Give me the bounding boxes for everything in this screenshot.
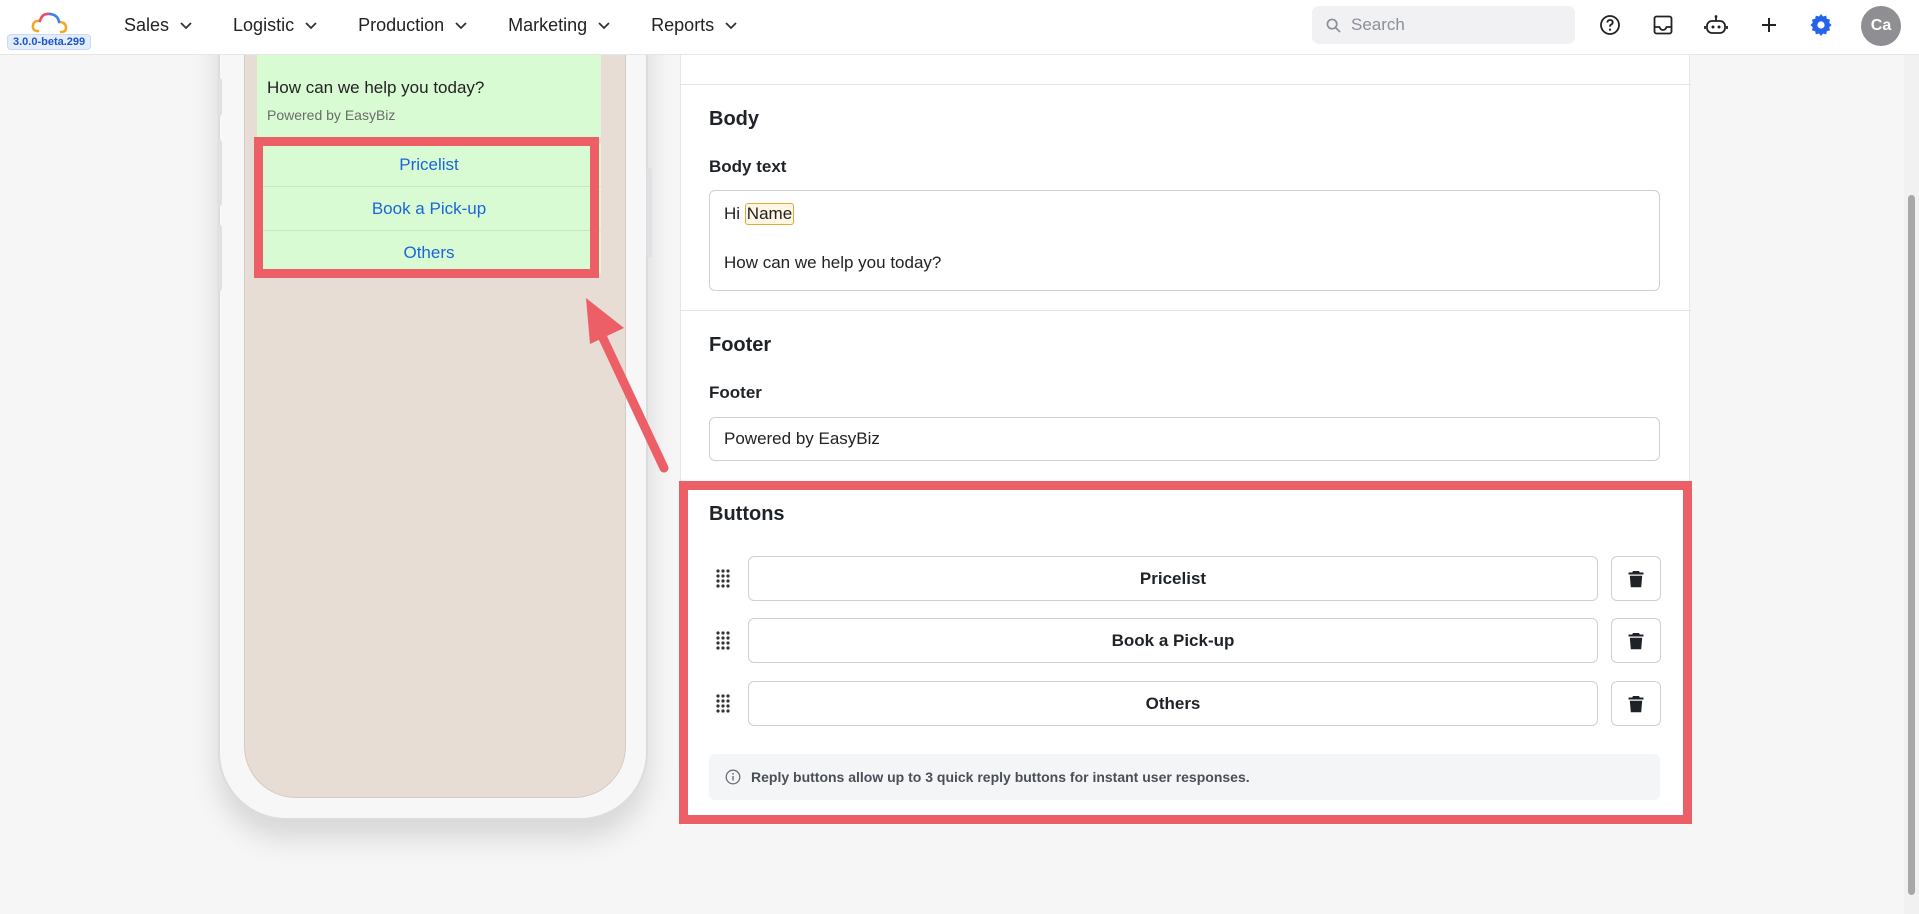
- phone-side-button: [217, 78, 222, 116]
- quick-reply-button[interactable]: Others: [257, 231, 601, 275]
- chat-background: How can we help you today? Powered by Ea…: [244, 0, 626, 798]
- drag-handle-icon[interactable]: [715, 568, 731, 588]
- menu-sales[interactable]: Sales: [124, 15, 193, 36]
- body-greeting: Hi: [724, 204, 741, 223]
- search-icon: [1326, 18, 1341, 33]
- chevron-down-icon: [725, 22, 737, 30]
- body-line: How can we help you today?: [724, 253, 942, 272]
- menu-label: Marketing: [508, 14, 588, 35]
- trash-icon: [1628, 632, 1644, 649]
- reply-button-input[interactable]: Others: [748, 681, 1598, 726]
- section-divider: [681, 310, 1691, 311]
- quick-reply-button[interactable]: Book a Pick-up: [257, 187, 601, 231]
- phone-side-button: [217, 140, 222, 206]
- phone-side-button: [647, 168, 652, 258]
- help-icon[interactable]: [1597, 12, 1623, 38]
- message-text: How can we help you today?: [267, 78, 485, 97]
- footer-input[interactable]: Powered by EasyBiz: [709, 417, 1660, 461]
- reply-button-input[interactable]: Pricelist: [748, 556, 1598, 601]
- drag-handle-icon[interactable]: [715, 693, 731, 713]
- chevron-down-icon: [598, 22, 610, 30]
- reply-button-row: Others: [709, 681, 1661, 726]
- drag-handle-icon[interactable]: [715, 630, 731, 650]
- search-input[interactable]: [1351, 15, 1551, 35]
- delete-button[interactable]: [1611, 681, 1661, 726]
- phone-preview: How can we help you today? Powered by Ea…: [217, 0, 652, 820]
- chevron-down-icon: [305, 22, 317, 30]
- footer-section-title: Footer: [709, 334, 772, 356]
- footer-label: Footer: [709, 383, 762, 402]
- version-badge: 3.0.0-beta.299: [7, 34, 92, 50]
- scrollbar-thumb[interactable]: [1908, 195, 1915, 895]
- menu-label: Reports: [651, 14, 715, 35]
- phone-side-button: [217, 225, 222, 291]
- bot-icon[interactable]: [1703, 12, 1729, 38]
- section-divider: [681, 84, 1691, 85]
- avatar[interactable]: Ca: [1861, 6, 1901, 46]
- chevron-down-icon: [455, 22, 467, 30]
- info-text: Reply buttons allow up to 3 quick reply …: [751, 769, 1250, 785]
- quick-reply-button[interactable]: Pricelist: [257, 143, 601, 187]
- menu-label: Production: [358, 14, 445, 35]
- reply-button-row: Book a Pick-up: [709, 618, 1661, 663]
- body-text-label: Body text: [709, 157, 787, 176]
- buttons-info-note: Reply buttons allow up to 3 quick reply …: [709, 754, 1660, 800]
- menu-label: Logistic: [233, 14, 295, 35]
- body-text-input[interactable]: Hi Name How can we help you today?: [709, 190, 1660, 291]
- top-navbar: 3.0.0-beta.299 Sales Logistic Production…: [0, 0, 1919, 55]
- variable-chip-name[interactable]: Name: [744, 203, 795, 225]
- chevron-down-icon: [180, 22, 192, 30]
- settings-icon[interactable]: [1808, 12, 1834, 38]
- app-logo[interactable]: [30, 9, 72, 37]
- inbox-icon[interactable]: [1650, 12, 1676, 38]
- trash-icon: [1628, 695, 1644, 712]
- info-icon: [725, 769, 741, 785]
- template-editor-panel: Body Body text Hi Name How can we help y…: [680, 55, 1691, 825]
- main-menu: Sales Logistic Production Marketing Repo…: [124, 0, 778, 50]
- body-section-title: Body: [709, 108, 759, 130]
- buttons-section-title: Buttons: [709, 503, 785, 525]
- quick-reply-list: Pricelist Book a Pick-up Others: [257, 143, 601, 275]
- search-box[interactable]: [1312, 6, 1575, 44]
- reply-button-input[interactable]: Book a Pick-up: [748, 618, 1598, 663]
- message-footer: Powered by EasyBiz: [267, 107, 396, 123]
- trash-icon: [1628, 570, 1644, 587]
- delete-button[interactable]: [1611, 618, 1661, 663]
- menu-reports[interactable]: Reports: [651, 15, 738, 36]
- page-scrollbar[interactable]: [1904, 55, 1919, 914]
- menu-marketing[interactable]: Marketing: [508, 15, 611, 36]
- menu-logistic[interactable]: Logistic: [233, 15, 318, 36]
- section-divider: [681, 482, 1691, 483]
- menu-label: Sales: [124, 14, 170, 35]
- plus-icon[interactable]: [1756, 12, 1782, 38]
- menu-production[interactable]: Production: [358, 15, 468, 36]
- reply-button-row: Pricelist: [709, 556, 1661, 601]
- delete-button[interactable]: [1611, 556, 1661, 601]
